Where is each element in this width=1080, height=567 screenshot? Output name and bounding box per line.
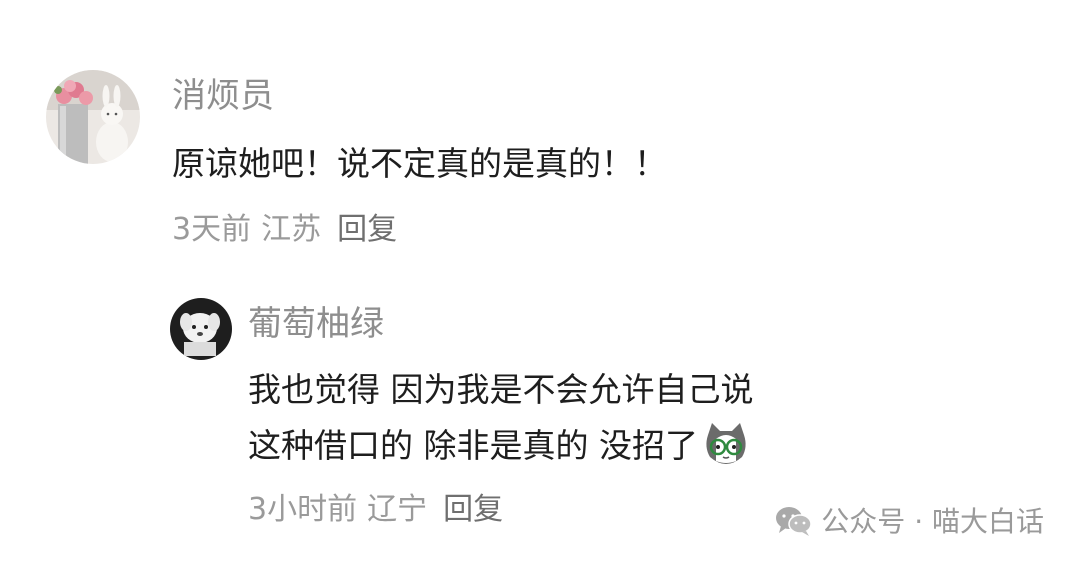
comment-time: 3天前 [172, 212, 252, 247]
reply-text-line-2: 这种借口的 除非是真的 没招了 [248, 418, 750, 482]
reply-reply-button[interactable]: 回复 [443, 492, 503, 527]
reply-text-line-2-content: 这种借口的 除非是真的 没招了 [248, 426, 698, 465]
comment-meta: 3天前 江苏 回复 [172, 212, 407, 248]
cat-glasses-emoji-icon [702, 421, 750, 482]
reply-item: 葡萄柚绿 我也觉得 因为我是不会允许自己说 这种借口的 除非是真的 没招了 3小… [0, 280, 1080, 540]
dog-avatar-icon [170, 298, 232, 360]
reply-text-line-1: 我也觉得 因为我是不会允许自己说 [248, 370, 754, 409]
user-avatar[interactable] [46, 70, 140, 164]
watermark-text: 公众号 · 喵大白话 [821, 505, 1044, 538]
reply-time: 3小时前 [248, 492, 358, 527]
wechat-icon [775, 505, 813, 545]
comment-username[interactable]: 消烦员 [172, 76, 274, 116]
reply-avatar[interactable] [170, 298, 232, 360]
reply-username[interactable]: 葡萄柚绿 [248, 304, 384, 344]
reply-button[interactable]: 回复 [337, 212, 397, 247]
reply-location: 辽宁 [367, 492, 428, 527]
reply-meta: 3小时前 辽宁 回复 [248, 492, 513, 528]
comment-text: 原谅她吧！说不定真的是真的！！ [172, 144, 667, 183]
rabbit-flowers-avatar-icon [46, 70, 140, 164]
watermark: 公众号 · 喵大白话 [775, 505, 1044, 545]
comment-item: 消烦员 原谅她吧！说不定真的是真的！！ 3天前 江苏 回复 [0, 0, 1080, 260]
comment-location: 江苏 [261, 212, 322, 247]
